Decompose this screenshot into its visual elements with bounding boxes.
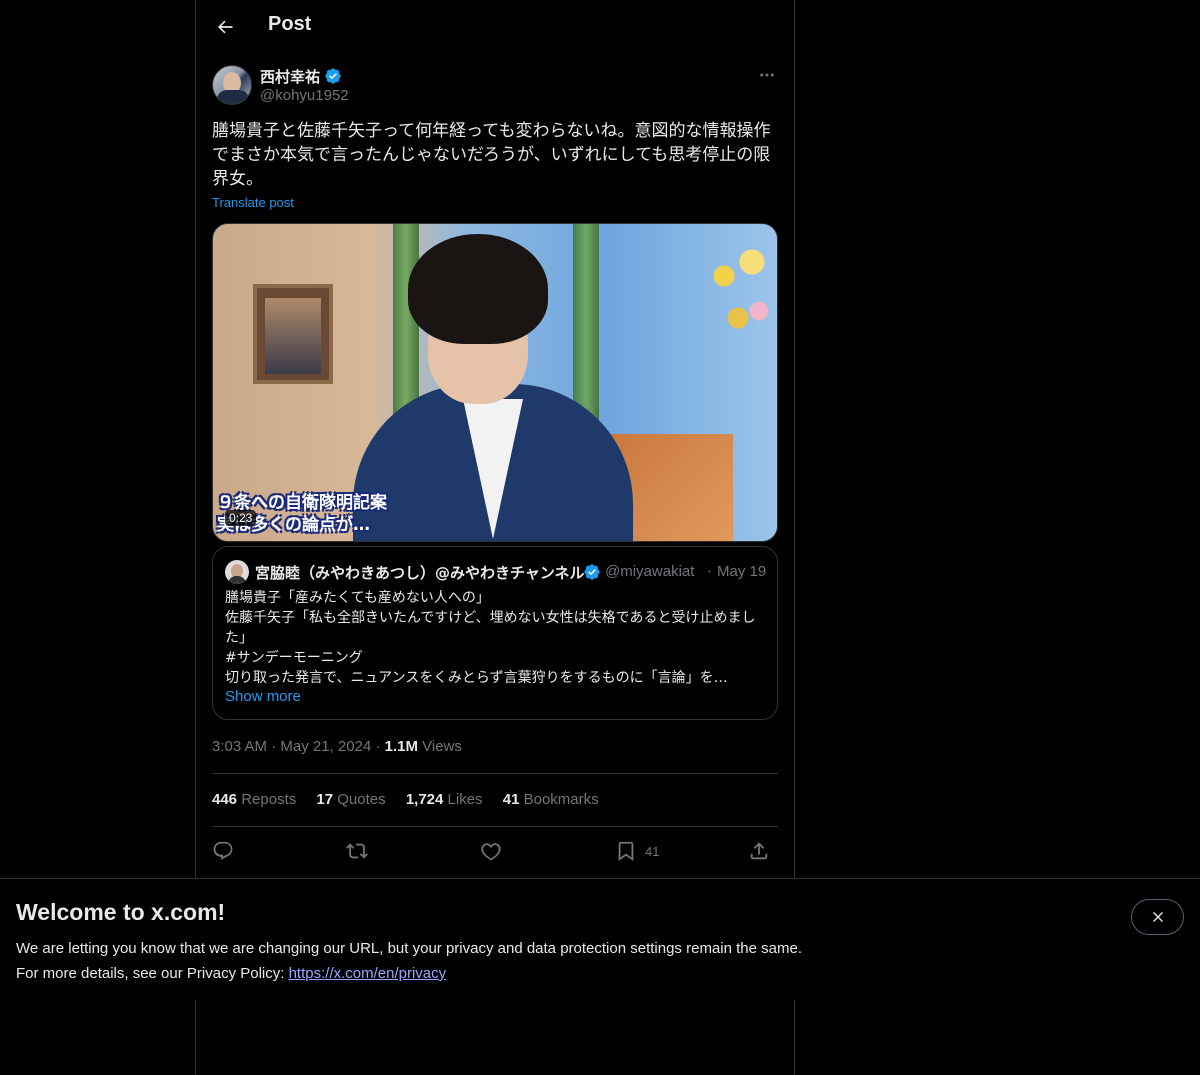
views-count: 1.1M bbox=[384, 738, 418, 755]
quotes-stat[interactable]: 17 Quotes bbox=[316, 791, 385, 808]
verified-badge-icon bbox=[325, 68, 341, 84]
repost-icon bbox=[346, 843, 368, 859]
post-stats: 446 Reposts 17 Quotes 1,724 Likes 41 Boo… bbox=[212, 791, 615, 808]
translate-post-link[interactable]: Translate post bbox=[212, 195, 294, 210]
arrow-left-icon bbox=[218, 20, 233, 34]
share-icon bbox=[750, 842, 768, 860]
share-button[interactable] bbox=[748, 839, 770, 863]
banner-text: We are letting you know that we are chan… bbox=[16, 936, 802, 986]
bookmark-icon bbox=[618, 841, 634, 862]
video-duration: 0:23 bbox=[225, 510, 257, 526]
quoted-date: May 19 bbox=[717, 563, 767, 580]
like-button[interactable] bbox=[480, 839, 502, 863]
more-button[interactable] bbox=[752, 65, 782, 85]
quoted-line: 膳場貴子「産みたくても産めない人への」 bbox=[225, 590, 490, 606]
quoted-post[interactable]: 宮脇睦（みやわきあつし）@みやわきチャンネル @miyawakiat · May… bbox=[212, 546, 778, 720]
verified-badge-icon bbox=[584, 564, 600, 580]
quoted-avatar bbox=[225, 560, 249, 584]
post-date[interactable]: May 21, 2024 bbox=[280, 738, 371, 755]
reply-icon bbox=[213, 841, 233, 860]
bookmark-button[interactable]: 41 bbox=[615, 839, 659, 863]
quoted-line: 佐藤千矢子「私も全部きいたんですけど、埋めない女性は失格であると受け止めました」 bbox=[225, 610, 756, 646]
quoted-author-handle: @miyawakiat bbox=[605, 563, 695, 580]
bookmark-count: 41 bbox=[645, 843, 660, 859]
flowers bbox=[703, 234, 773, 374]
quoted-text: 膳場貴子「産みたくても産めない人への」 佐藤千矢子「私も全部きいたんですけど、埋… bbox=[225, 588, 770, 688]
views-label: Views bbox=[422, 738, 462, 755]
divider bbox=[212, 773, 778, 774]
banner-line: We are letting you know that we are chan… bbox=[16, 940, 802, 957]
post-metadata: 3:03 AM · May 21, 2024 · 1.1M Views bbox=[212, 738, 462, 755]
post-time[interactable]: 3:03 AM bbox=[212, 738, 267, 755]
reply-button[interactable] bbox=[212, 839, 234, 863]
separator-dot: · bbox=[707, 563, 712, 581]
banner-line: For more details, see our Privacy Policy… bbox=[16, 965, 447, 982]
heart-icon bbox=[481, 843, 501, 861]
action-bar: 41 bbox=[212, 837, 778, 865]
show-more-link[interactable]: Show more bbox=[225, 688, 301, 705]
repost-button[interactable] bbox=[346, 839, 368, 863]
more-horizontal-icon bbox=[760, 73, 774, 77]
url-change-banner: Welcome to x.com! We are letting you kno… bbox=[0, 878, 1200, 1000]
close-banner-button[interactable] bbox=[1131, 899, 1184, 935]
quoted-line: 切り取った発言で、ニュアンスをくみとらず言葉狩りをするものに「言論」を… bbox=[225, 670, 728, 686]
avatar[interactable] bbox=[212, 65, 252, 105]
back-button[interactable] bbox=[208, 10, 242, 44]
quoted-author-name: 宮脇睦（みやわきあつし）@みやわきチャンネル bbox=[255, 564, 585, 582]
author-name[interactable]: 西村幸祐 bbox=[260, 66, 320, 87]
divider bbox=[212, 826, 778, 827]
post-author: 西村幸祐 @kohyu1952 bbox=[212, 65, 778, 107]
author-handle[interactable]: @kohyu1952 bbox=[260, 87, 349, 104]
presenter-hair bbox=[408, 234, 548, 344]
likes-stat[interactable]: 1,724 Likes bbox=[406, 791, 483, 808]
post-text: 膳場貴子と佐藤千矢子って何年経っても変わらないね。意図的な情報操作 でまさか本気… bbox=[212, 121, 771, 189]
bookmarks-stat[interactable]: 41 Bookmarks bbox=[503, 791, 599, 808]
page-title: Post bbox=[268, 13, 312, 35]
banner-title: Welcome to x.com! bbox=[16, 899, 226, 925]
reposts-stat[interactable]: 446 Reposts bbox=[212, 791, 296, 808]
quoted-line[interactable]: #サンデーモーニング bbox=[225, 648, 770, 668]
background-portrait bbox=[253, 284, 333, 384]
page-header: Post bbox=[196, 0, 794, 53]
close-icon bbox=[1152, 912, 1163, 922]
video-player[interactable]: ９条への自衛隊明記案 実は多くの論点が… 0:23 bbox=[212, 223, 778, 542]
privacy-policy-link[interactable]: https://x.com/en/privacy bbox=[289, 965, 447, 982]
